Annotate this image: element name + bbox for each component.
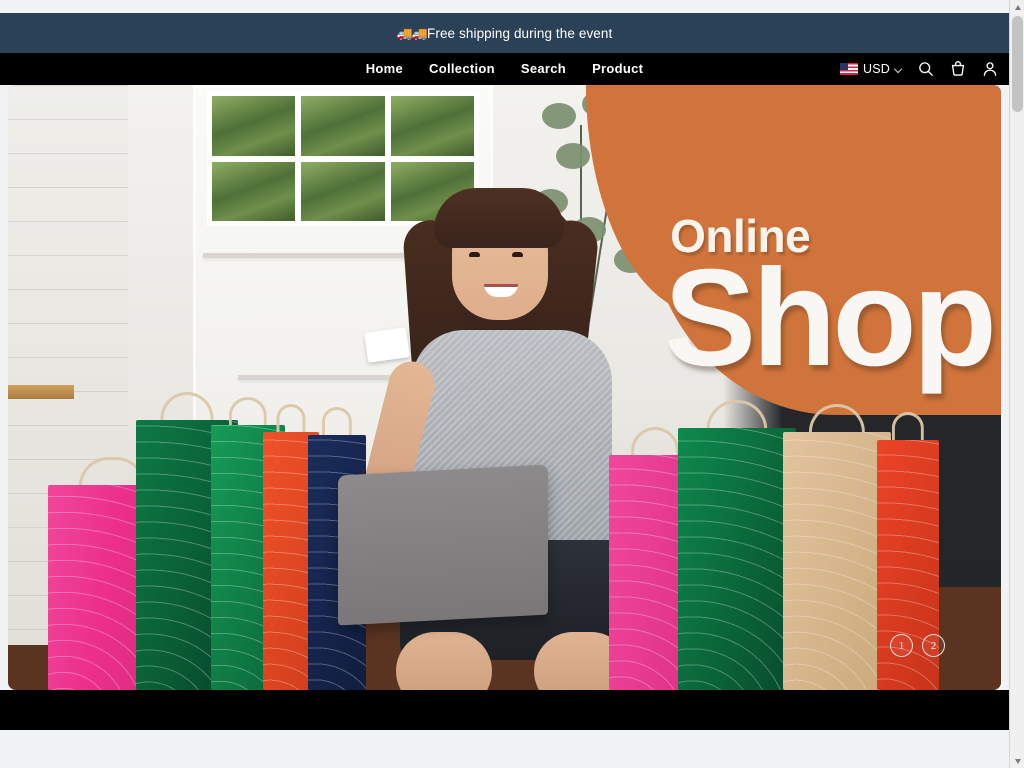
scroll-down-arrow-icon[interactable] <box>1010 754 1024 768</box>
cart-icon[interactable] <box>949 60 967 78</box>
nav-item-search[interactable]: Search <box>521 53 566 85</box>
announcement-bar: 🚚🚚 Free shipping during the event <box>0 13 1009 53</box>
page-content-area <box>0 730 1009 768</box>
shopping-bag <box>783 404 891 690</box>
currency-label: USD <box>863 62 890 76</box>
slide-indicator-1[interactable]: 1 <box>890 634 913 657</box>
delivery-truck-icon: 🚚🚚 <box>396 25 428 41</box>
browser-viewport: 🚚🚚 Free shipping during the event Home C… <box>0 0 1024 768</box>
page-scrollbar[interactable] <box>1009 0 1024 768</box>
header-actions: USD <box>840 53 999 85</box>
nav-item-collection[interactable]: Collection <box>429 53 495 85</box>
laptop-prop <box>338 464 548 626</box>
announcement-text: Free shipping during the event <box>427 25 613 41</box>
section-spacer <box>0 690 1009 730</box>
scrollbar-thumb[interactable] <box>1012 16 1023 112</box>
slideshow-pagination: 1 2 <box>890 634 945 657</box>
hero-slideshow[interactable]: Online Shop 1 2 <box>8 85 1001 690</box>
nav-item-product[interactable]: Product <box>592 53 643 85</box>
scroll-up-arrow-icon[interactable] <box>1010 0 1024 14</box>
site-header: Home Collection Search Product USD <box>0 53 1009 85</box>
chevron-down-icon <box>895 65 903 73</box>
slide-indicator-2[interactable]: 2 <box>922 634 945 657</box>
wood-shelf-decoration <box>8 385 74 399</box>
us-flag-icon <box>840 63 858 75</box>
currency-selector[interactable]: USD <box>840 62 903 76</box>
account-icon[interactable] <box>981 60 999 78</box>
store-page: 🚚🚚 Free shipping during the event Home C… <box>0 0 1009 768</box>
shopping-bag <box>678 400 796 690</box>
credit-card-prop <box>364 327 410 363</box>
nav-item-home[interactable]: Home <box>366 53 403 85</box>
search-icon[interactable] <box>917 60 935 78</box>
